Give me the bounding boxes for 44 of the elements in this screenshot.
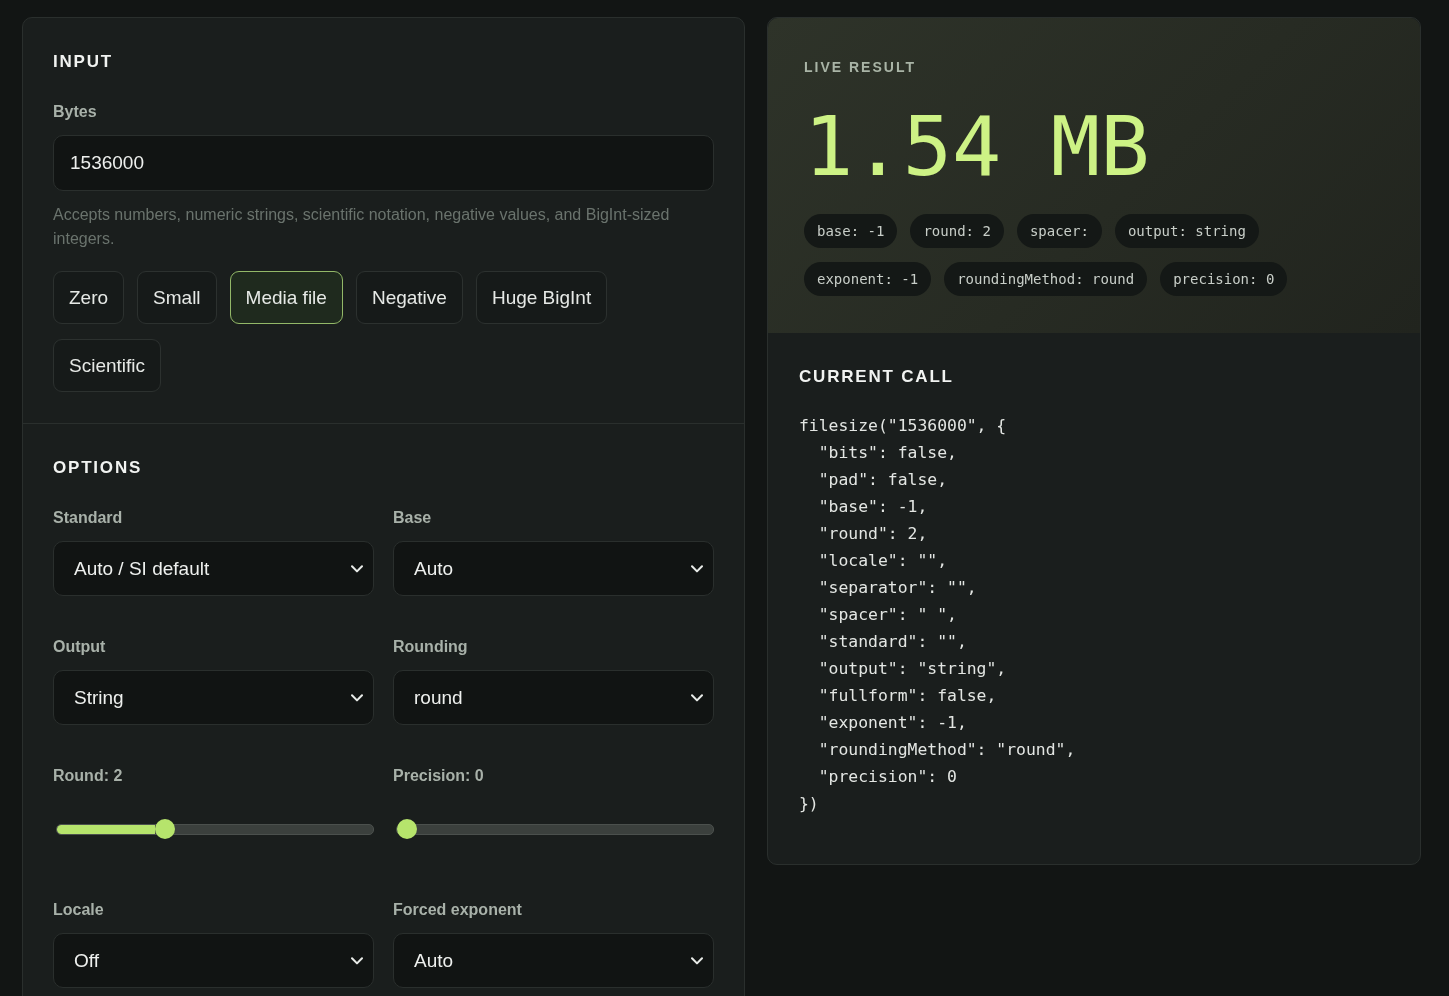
bytes-input[interactable]: 1536000 <box>53 135 714 191</box>
option-tag: exponent: -1 <box>804 262 932 296</box>
section-heading: CURRENT CALL <box>799 366 955 388</box>
preset-button[interactable]: Scientific <box>53 339 162 392</box>
chevron-down-icon <box>351 956 363 965</box>
field-label: Round: 2 <box>53 766 124 786</box>
field-label: Standard <box>53 508 124 528</box>
dropdown[interactable]: Off <box>53 933 374 988</box>
preset-button[interactable]: Zero <box>53 271 125 324</box>
preset-button[interactable]: Huge BigInt <box>475 271 608 324</box>
option-tag: output: string <box>1114 214 1259 248</box>
result-value: 1.54 MB <box>804 102 1151 192</box>
preset-button[interactable]: Negative <box>355 271 463 324</box>
option-tag: base: -1 <box>804 214 898 248</box>
preset-button[interactable]: Media file <box>229 271 343 324</box>
help-text: Accepts numbers, numeric strings, scientific notation, negative values, and BigInt-sized integers. <box>53 205 671 249</box>
option-tag: precision: 0 <box>1160 262 1288 296</box>
field-label: Forced exponent <box>393 900 523 920</box>
field-label: Precision: 0 <box>393 766 485 786</box>
dropdown[interactable]: Auto <box>393 933 714 988</box>
field-label: Output <box>53 637 107 657</box>
option-tag: round: 2 <box>910 214 1004 248</box>
section-heading: LIVE RESULT <box>804 58 917 76</box>
field-label: Bytes <box>53 102 98 122</box>
chevron-down-icon <box>351 564 363 573</box>
chevron-down-icon <box>691 956 703 965</box>
option-tag: spacer: <box>1016 214 1102 248</box>
dropdown[interactable]: Auto / SI default <box>53 541 374 596</box>
code-text: filesize("1536000", { "bits": false, "pad": false, "base": -1, "round": 2, "locale": "", "separator": "", "spacer": " ", "standard": "", "output": "string", "fullform": false, "exponent": -1, "roundingMethod": "round", "precision": 0 }) <box>799 415 1077 815</box>
chevron-down-icon <box>351 693 363 702</box>
dropdown[interactable]: round <box>393 670 714 725</box>
field-label: Locale <box>53 900 105 920</box>
chevron-down-icon <box>691 564 703 573</box>
preset-button[interactable]: Small <box>137 271 217 324</box>
section-heading: OPTIONS <box>53 457 144 479</box>
dropdown[interactable]: Auto <box>393 541 714 596</box>
field-label: Base <box>393 508 433 528</box>
slider-thumb[interactable] <box>154 819 175 839</box>
section-heading: INPUT <box>53 51 114 73</box>
field-label: Rounding <box>393 637 469 657</box>
chevron-down-icon <box>691 693 703 702</box>
slider-thumb[interactable] <box>397 819 417 839</box>
option-tag: roundingMethod: round <box>944 262 1148 296</box>
dropdown[interactable]: String <box>53 670 374 725</box>
